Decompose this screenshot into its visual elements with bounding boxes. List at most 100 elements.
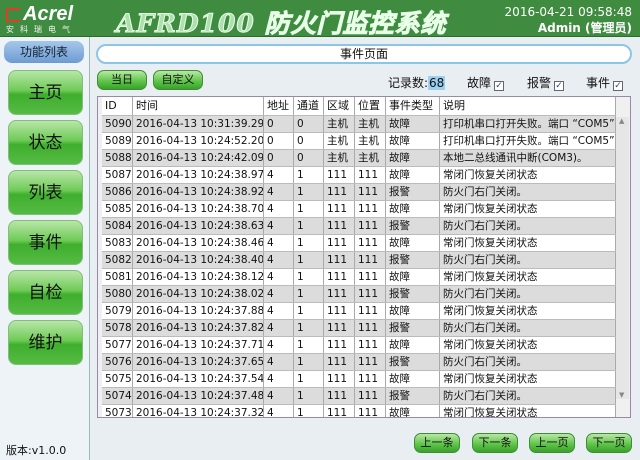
table-row[interactable]: 5083 2016-04-13 10:24:38.467 4 1 111 111 故障 常闭门… (102, 235, 616, 252)
table-cell: 111 (355, 371, 386, 387)
table-cell: 1 (294, 252, 324, 268)
table-cell: 1 (294, 371, 324, 387)
footer-button-2[interactable]: 上一页 (529, 433, 575, 453)
nav-button-1[interactable]: 状态 (8, 120, 83, 165)
column-header[interactable]: 时间 (133, 97, 264, 115)
table-row[interactable]: 5084 2016-04-13 10:24:38.630 4 1 111 111 报警 防火门… (102, 218, 616, 235)
table-row[interactable]: 5075 2016-04-13 10:24:37.543 4 1 111 111 故障 常闭门… (102, 371, 616, 388)
table-cell: 111 (355, 184, 386, 200)
table-cell: 故障 (386, 371, 440, 387)
table-cell: 111 (324, 252, 355, 268)
header: Acrel 安科瑞电气 AFRD100 防火门监控系统 2016-04-21 0… (0, 0, 640, 39)
table-cell: 4 (264, 167, 294, 183)
table-row[interactable]: 5081 2016-04-13 10:24:38.120 4 1 111 111 故障 常闭门… (102, 269, 616, 286)
table-cell: 防火门右门关闭。 (440, 388, 616, 404)
table-cell: 5075 (102, 371, 133, 387)
table-cell: 故障 (386, 405, 440, 417)
table-row[interactable]: 5077 2016-04-13 10:24:37.710 4 1 111 111 故障 常闭门… (102, 337, 616, 354)
table-row[interactable]: 5090 2016-04-13 10:31:39.290 0 0 主机 主机 故障 打印机串口… (102, 116, 616, 133)
table-cell: 常闭门恢复关闭状态 (440, 303, 616, 319)
table-cell: 5085 (102, 201, 133, 217)
today-button[interactable]: 当日 (97, 70, 147, 90)
table-cell: 111 (324, 354, 355, 370)
table-cell: 故障 (386, 201, 440, 217)
nav-button-3[interactable]: 事件 (8, 220, 83, 265)
footer-button-1[interactable]: 下一条 (472, 433, 518, 453)
event-table: ▲▼ ◀III▶ ID时间地址通道区域位置事件类型说明50902016-04-1… (97, 96, 631, 418)
column-header[interactable]: 区域 (324, 97, 355, 115)
filter-checkbox[interactable]: ✓ (494, 81, 505, 91)
table-cell: 111 (324, 286, 355, 302)
table-cell: 0 (264, 133, 294, 149)
table-cell: 2016-04-13 10:31:39.290 (133, 116, 264, 132)
table-cell: 4 (264, 218, 294, 234)
table-cell: 1 (294, 337, 324, 353)
column-header[interactable]: 位置 (355, 97, 386, 115)
column-header[interactable]: ID (102, 97, 133, 115)
footer-button-0[interactable]: 上一条 (414, 433, 460, 453)
table-row[interactable]: 5074 2016-04-13 10:24:37.487 4 1 111 111 报警 防火门… (102, 388, 616, 405)
table-row[interactable]: 5085 2016-04-13 10:24:38.700 4 1 111 111 故障 常闭门… (102, 201, 616, 218)
table-cell: 防火门右门关闭。 (440, 184, 616, 200)
table-row[interactable]: 5080 2016-04-13 10:24:38.027 4 1 111 111 报警 防火门… (102, 286, 616, 303)
table-cell: 4 (264, 354, 294, 370)
custom-button[interactable]: 自定义 (153, 70, 203, 90)
table-cell: 111 (355, 167, 386, 183)
footer-button-3[interactable]: 下一页 (586, 433, 632, 453)
table-cell: 报警 (386, 354, 440, 370)
acrel-logo: Acrel 安科瑞电气 (6, 3, 76, 35)
filter-label: 故障 (467, 76, 492, 90)
table-cell: 111 (324, 303, 355, 319)
table-cell: 报警 (386, 252, 440, 268)
table-cell: 111 (355, 235, 386, 251)
table-cell: 主机 (355, 150, 386, 166)
table-cell: 常闭门恢复关闭状态 (440, 371, 616, 387)
vertical-scrollbar[interactable]: ▲ ▼ (615, 117, 629, 399)
table-cell: 1 (294, 167, 324, 183)
nav-button-4[interactable]: 自检 (8, 270, 83, 315)
brand-sub: 安科瑞电气 (6, 25, 76, 34)
table-cell: 111 (324, 167, 355, 183)
table-cell: 报警 (386, 388, 440, 404)
table-cell: 5077 (102, 337, 133, 353)
table-row[interactable]: 5086 2016-04-13 10:24:38.927 4 1 111 111 报警 防火门… (102, 184, 616, 201)
table-cell: 2016-04-13 10:24:38.120 (133, 269, 264, 285)
table-cell: 2016-04-13 10:24:38.467 (133, 235, 264, 251)
filter-0[interactable]: 故障 ✓ (467, 74, 505, 91)
table-row[interactable]: 5089 2016-04-13 10:24:52.200 0 0 主机 主机 故障 打印机串口… (102, 133, 616, 150)
table-cell: 5074 (102, 388, 133, 404)
column-header[interactable]: 说明 (440, 97, 616, 115)
table-cell: 1 (294, 269, 324, 285)
app-title: AFRD100 防火门监控系统 (116, 9, 447, 39)
table-row[interactable]: 5087 2016-04-13 10:24:38.977 4 1 111 111 故障 常闭门… (102, 167, 616, 184)
table-cell: 5081 (102, 269, 133, 285)
table-cell: 故障 (386, 337, 440, 353)
column-header[interactable]: 通道 (294, 97, 324, 115)
nav-button-0[interactable]: 主页 (8, 70, 83, 115)
table-cell: 2016-04-13 10:24:42.090 (133, 150, 264, 166)
table-cell: 主机 (324, 133, 355, 149)
filter-checkbox[interactable]: ✓ (613, 81, 624, 91)
table-cell: 1 (294, 201, 324, 217)
table-cell: 主机 (324, 116, 355, 132)
column-header[interactable]: 地址 (264, 97, 294, 115)
filter-checkbox[interactable]: ✓ (554, 81, 565, 91)
nav-button-5[interactable]: 维护 (8, 320, 83, 365)
table-row[interactable]: 5088 2016-04-13 10:24:42.090 0 0 主机 主机 故障 本地二总线… (102, 150, 616, 167)
filter-2[interactable]: 事件 ✓ (586, 74, 624, 91)
table-row[interactable]: 5076 2016-04-13 10:24:37.657 4 1 111 111 报警 防火门… (102, 354, 616, 371)
table-cell: 111 (355, 201, 386, 217)
nav-button-2[interactable]: 列表 (8, 170, 83, 215)
table-row[interactable]: 5073 2016-04-13 10:24:37.327 4 1 111 111 故障 常闭门… (102, 405, 616, 417)
table-cell: 故障 (386, 303, 440, 319)
filter-1[interactable]: 报警 ✓ (527, 74, 565, 91)
table-cell: 111 (324, 320, 355, 336)
column-header[interactable]: 事件类型 (386, 97, 440, 115)
table-row[interactable]: 5079 2016-04-13 10:24:37.880 4 1 111 111 故障 常闭门… (102, 303, 616, 320)
table-row[interactable]: 5082 2016-04-13 10:24:38.407 4 1 111 111 报警 防火门… (102, 252, 616, 269)
table-cell: 0 (294, 150, 324, 166)
table-row[interactable]: 5078 2016-04-13 10:24:37.823 4 1 111 111 报警 防火门… (102, 320, 616, 337)
table-cell: 111 (355, 269, 386, 285)
table-cell: 2016-04-13 10:24:37.880 (133, 303, 264, 319)
current-user: Admin (管理员) (537, 21, 632, 35)
